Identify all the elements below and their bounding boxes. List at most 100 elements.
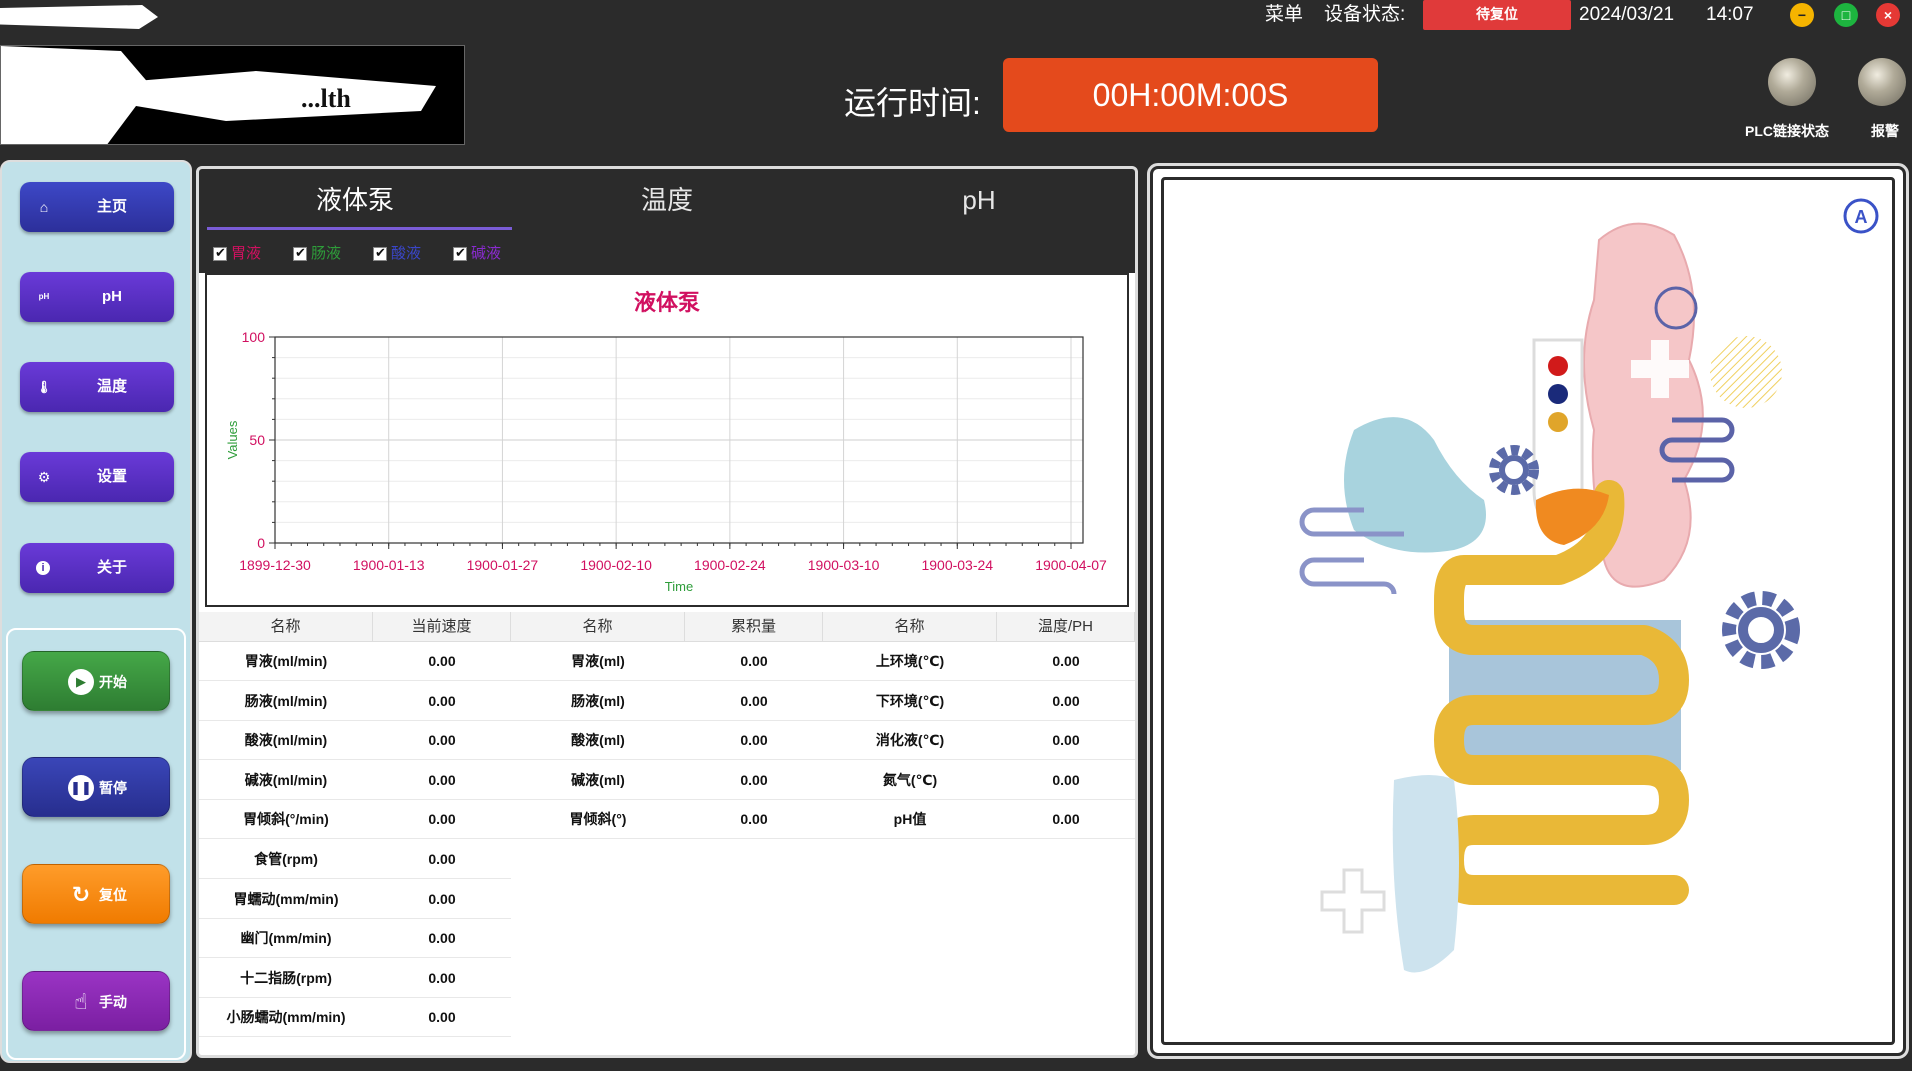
close-button[interactable]: × — [1876, 3, 1900, 27]
column-header: 温度/PH — [997, 612, 1135, 642]
hand-pointer-icon: ☝ — [74, 989, 88, 1014]
series-toggle-acid[interactable]: 酸液 — [373, 242, 421, 262]
thermometer-icon: 🌡 — [36, 380, 52, 394]
tab-temperature[interactable]: 温度 — [511, 169, 823, 231]
series-label: 胃液 — [231, 245, 262, 262]
logo-text: ...lth — [301, 84, 351, 113]
column-header: 名称 — [823, 612, 997, 642]
sidebar-item-settings[interactable]: ⚙ 设置 — [20, 452, 174, 502]
series-label: 肠液 — [311, 245, 342, 262]
table-cell-name: 肠液(ml/min) — [199, 682, 373, 721]
tab-liquid-pump[interactable]: 液体泵 — [199, 169, 511, 231]
maximize-button[interactable]: □ — [1834, 3, 1858, 27]
gear-icon-small — [1489, 445, 1539, 495]
illustration-panel: A — [1147, 163, 1909, 1059]
series-toggle-gastric[interactable]: 胃液 — [213, 242, 261, 262]
table-cell-name: 上环境(℃) — [823, 642, 997, 681]
logo-redaction-2 — [136, 71, 436, 121]
table-cell-value: 0.00 — [997, 682, 1135, 721]
reset-button[interactable]: ↻ 复位 — [22, 864, 170, 924]
table-cell-name: 胃蠕动(mm/min) — [199, 880, 373, 919]
chart-canvas: 1899-12-30 1900-01-13 1900-01-27 1900-02-10… — [225, 329, 1107, 594]
series-toggle-alkali[interactable]: 碱液 — [453, 242, 501, 262]
runtime-label: 运行时间: — [844, 85, 981, 121]
x-tick-label: 1900-02-10 — [580, 557, 652, 573]
sidebar-item-label: pH — [102, 288, 122, 305]
red-dot — [1548, 356, 1568, 376]
sidebar-item-temperature[interactable]: 🌡 温度 — [20, 362, 174, 412]
x-tick-label: 1900-01-13 — [353, 557, 425, 573]
tab-ph[interactable]: pH — [823, 169, 1135, 231]
plc-status-indicator — [1768, 58, 1816, 106]
table-cell-name: 胃倾斜(°) — [511, 800, 685, 840]
table-cell-name: 氮气(℃) — [823, 761, 997, 800]
table-cell-name: 小肠蠕动(mm/min) — [199, 998, 373, 1038]
table-cell-value: 0.00 — [373, 721, 511, 761]
y-tick-label: 100 — [242, 329, 266, 345]
play-icon: ▶ — [68, 669, 94, 695]
sidebar-item-label: 主页 — [96, 198, 127, 215]
lower-tube-shape — [1392, 775, 1459, 973]
y-tick-label: 0 — [257, 535, 265, 551]
yellow-dot — [1548, 412, 1568, 432]
reset-icon: ↻ — [71, 882, 91, 907]
table-cell-value: 0.00 — [685, 642, 823, 681]
plc-status-label: PLC链接状态 — [1745, 123, 1829, 139]
checkbox-icon — [373, 245, 387, 262]
sidebar-item-label: 设置 — [96, 468, 127, 485]
main-panel: 液体泵 温度 pH 胃液 肠液 酸液 碱液 液体泵 1899-12-30 1900… — [196, 166, 1138, 1058]
illustration-frame: A — [1161, 177, 1895, 1045]
digestive-system-illustration: A — [1299, 198, 1879, 973]
sidebar-item-label: 温度 — [96, 378, 127, 395]
x-tick-label: 1900-02-24 — [694, 557, 766, 573]
table-cell-value: 0.00 — [373, 998, 511, 1038]
sidebar-item-home[interactable]: ⌂ 主页 — [20, 182, 174, 232]
table-cell-name: pH值 — [823, 800, 997, 840]
x-tick-label: 1900-03-10 — [808, 557, 880, 573]
table-cell-value: 0.00 — [373, 840, 511, 879]
series-label: 碱液 — [471, 245, 502, 262]
time-display: 14:07 — [1706, 4, 1754, 25]
logo-redaction-1 — [1, 46, 151, 144]
table-cell-value: 0.00 — [373, 800, 511, 840]
sidebar-item-ph[interactable]: pH pH — [20, 272, 174, 322]
minimize-button[interactable]: − — [1790, 3, 1814, 27]
table-cell-value: 0.00 — [685, 761, 823, 800]
title-bar: 菜单 设备状态: 待复位 2024/03/21 14:07 − □ × — [0, 0, 1912, 44]
maximize-icon: □ — [1841, 7, 1851, 23]
plus-outline-decoration — [1320, 868, 1386, 934]
data-tables: 名称 当前速度 胃液(ml/min) 0.00 肠液(ml/min) 0.00 酸液(ml/… — [199, 612, 1135, 1055]
column-header: 当前速度 — [373, 612, 511, 642]
table-cell-name: 胃液(ml) — [511, 642, 685, 681]
table-cell-value: 0.00 — [373, 761, 511, 800]
active-tab-indicator — [207, 227, 512, 230]
table-cell-value: 0.00 — [685, 682, 823, 721]
manual-label: 手动 — [99, 994, 127, 1010]
pause-button[interactable]: ❚❚ 暂停 — [22, 757, 170, 817]
info-icon: i — [36, 561, 50, 575]
sidebar-item-label: 关于 — [96, 559, 127, 576]
device-status-badge: 待复位 — [1423, 0, 1571, 30]
start-button[interactable]: ▶ 开始 — [22, 651, 170, 711]
hatched-circle-decoration — [1710, 336, 1782, 408]
y-tick-label: 50 — [249, 432, 265, 448]
x-axis-label: Time — [665, 579, 693, 594]
table-cell-value: 0.00 — [685, 800, 823, 840]
table-cell-name: 消化液(℃) — [823, 721, 997, 761]
menu-button[interactable]: 菜单 — [1265, 3, 1303, 27]
series-toggle-intestinal[interactable]: 肠液 — [293, 242, 341, 262]
sidebar-item-about[interactable]: i 关于 — [20, 543, 174, 593]
blue-dot — [1548, 384, 1568, 404]
table-cell-name: 碱液(ml/min) — [199, 761, 373, 800]
table-cell-value: 0.00 — [373, 919, 511, 959]
table-cell-value: 0.00 — [373, 682, 511, 721]
alarm-indicator — [1858, 58, 1906, 106]
manual-button[interactable]: ☝ 手动 — [22, 971, 170, 1031]
runtime-display: 00H:00M:00S — [1003, 58, 1378, 132]
minimize-icon: − — [1797, 7, 1807, 23]
gear-icon-large — [1722, 591, 1800, 669]
table-cell-value: 0.00 — [997, 800, 1135, 840]
app-title-redacted — [0, 5, 158, 29]
ph-icon: pH — [38, 292, 50, 301]
table-cell-value: 0.00 — [685, 721, 823, 761]
